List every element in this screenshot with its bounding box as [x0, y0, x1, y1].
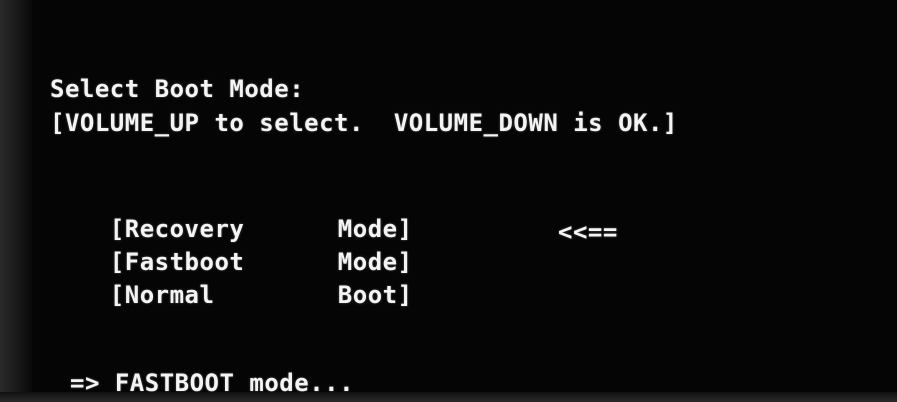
boot-mode-title: Select Boot Mode: [50, 75, 305, 103]
screen-bezel-left [0, 0, 32, 402]
menu-item-suffix: Boot] [337, 281, 413, 309]
key-instruction-hint: [VOLUME_UP to select. VOLUME_DOWN is OK.… [50, 109, 678, 137]
menu-item-normal-boot[interactable]: [Normal Boot] [50, 250, 413, 340]
menu-item-name: [Normal [109, 281, 215, 309]
selection-arrow-indicator: <<== [558, 218, 618, 246]
screen-bezel-bottom [0, 392, 897, 402]
boot-mode-screen: Select Boot Mode: [VOLUME_UP to select. … [0, 0, 897, 402]
